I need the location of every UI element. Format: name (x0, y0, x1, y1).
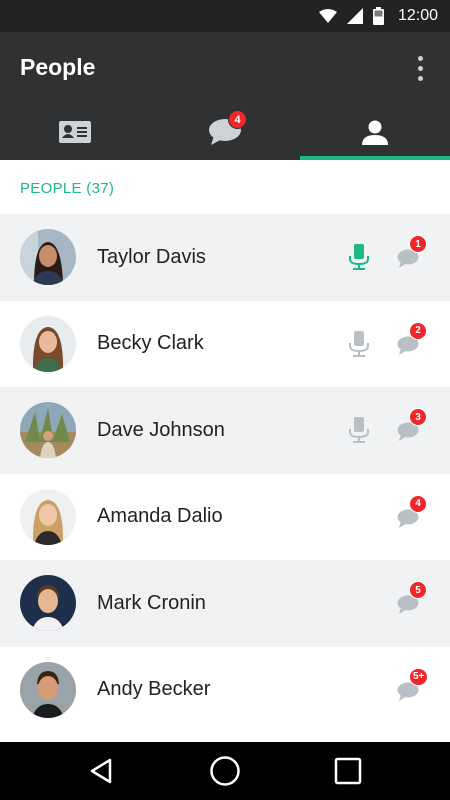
overflow-menu-icon[interactable] (410, 52, 430, 84)
people-list: Taylor Davis 1 Becky Clark 2 Dave Johnso… (0, 214, 450, 733)
microphone-icon[interactable] (349, 244, 369, 271)
person-name: Taylor Davis (97, 245, 206, 268)
avatar (20, 575, 76, 632)
home-button[interactable] (200, 746, 250, 796)
back-button[interactable] (77, 746, 127, 796)
system-nav-bar (0, 742, 450, 800)
avatar (20, 488, 76, 545)
home-icon (210, 756, 240, 786)
chat-button[interactable]: 5 (397, 581, 427, 619)
microphone-icon[interactable] (349, 330, 369, 357)
list-item[interactable]: Taylor Davis 1 (0, 214, 450, 301)
battery-icon (372, 7, 384, 25)
person-name: Mark Cronin (97, 591, 206, 614)
recents-icon (335, 757, 362, 785)
microphone-icon[interactable] (349, 417, 369, 444)
person-name: Andy Becker (97, 678, 211, 701)
unread-badge: 3 (409, 408, 427, 427)
recents-button[interactable] (323, 746, 373, 796)
status-time: 12:00 (397, 7, 438, 24)
contact-card-icon (59, 121, 91, 143)
unread-badge: 1 (409, 235, 427, 254)
page-title: People (20, 54, 96, 80)
section-header: PEOPLE (37) (20, 180, 115, 197)
person-name: Dave Johnson (97, 418, 225, 441)
person-name: Becky Clark (97, 332, 204, 355)
back-icon (90, 758, 111, 784)
chat-button[interactable]: 2 (397, 321, 427, 360)
chat-button[interactable]: 3 (397, 408, 427, 446)
unread-badge: 5+ (409, 667, 429, 686)
chats-tab-badge: 4 (228, 110, 247, 129)
status-bar: 12:00 (0, 0, 450, 32)
chat-button[interactable]: 5+ (397, 667, 429, 706)
list-item[interactable]: Becky Clark 2 (0, 301, 450, 388)
tab-people[interactable] (300, 104, 450, 160)
wifi-icon (318, 9, 337, 23)
tab-bar: 4 (0, 104, 450, 160)
avatar (20, 229, 76, 286)
person-name: Amanda Dalio (97, 505, 223, 528)
chat-button[interactable]: 4 (397, 494, 427, 533)
chat-button[interactable]: 1 (397, 235, 427, 273)
unread-badge: 5 (409, 581, 427, 600)
unread-badge: 2 (409, 321, 427, 340)
app-bar: People (0, 32, 450, 104)
avatar (20, 402, 76, 459)
list-item[interactable]: Dave Johnson 3 (0, 387, 450, 474)
person-icon (362, 120, 388, 145)
signal-icon (346, 8, 363, 24)
unread-badge: 4 (409, 494, 427, 513)
avatar (20, 661, 76, 718)
tab-chats[interactable] (150, 104, 300, 160)
tab-contacts[interactable] (0, 104, 150, 160)
list-item[interactable]: Mark Cronin 5 (0, 560, 450, 647)
list-item[interactable]: Amanda Dalio 4 (0, 474, 450, 561)
avatar (20, 315, 76, 372)
list-item[interactable]: Andy Becker 5+ (0, 647, 450, 734)
